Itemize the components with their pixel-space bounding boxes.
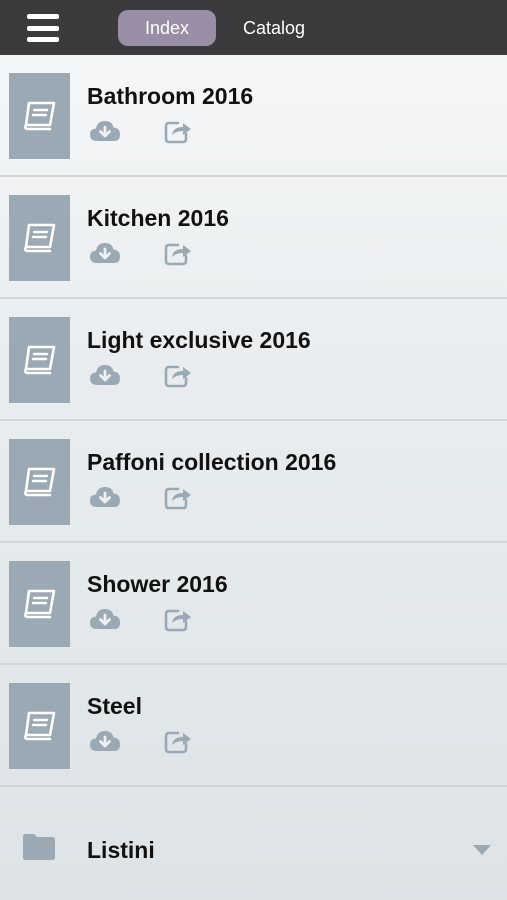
book-icon bbox=[23, 589, 55, 619]
share-icon bbox=[164, 365, 191, 388]
download-button[interactable] bbox=[88, 361, 122, 389]
share-button[interactable] bbox=[162, 117, 196, 145]
catalog-thumbnail[interactable] bbox=[9, 561, 70, 647]
book-icon bbox=[23, 711, 55, 741]
hamburger-menu-icon[interactable] bbox=[27, 14, 59, 42]
catalog-row[interactable]: Kitchen 2016 bbox=[0, 177, 507, 299]
share-icon bbox=[164, 487, 191, 510]
download-button[interactable] bbox=[88, 239, 122, 267]
catalog-row[interactable]: Shower 2016 bbox=[0, 543, 507, 665]
download-button[interactable] bbox=[88, 605, 122, 633]
share-icon bbox=[164, 731, 191, 754]
catalog-title: Light exclusive 2016 bbox=[87, 327, 311, 353]
book-icon bbox=[23, 223, 55, 253]
catalog-row[interactable]: Light exclusive 2016 bbox=[0, 299, 507, 421]
share-button[interactable] bbox=[162, 605, 196, 633]
cloud-download-icon bbox=[90, 121, 120, 141]
folder-icon bbox=[23, 834, 55, 860]
share-button[interactable] bbox=[162, 483, 196, 511]
folder-row-listini[interactable]: Listini bbox=[0, 787, 507, 900]
cloud-download-icon bbox=[90, 365, 120, 385]
catalog-row[interactable]: Paffoni collection 2016 bbox=[0, 421, 507, 543]
share-button[interactable] bbox=[162, 361, 196, 389]
catalog-thumbnail[interactable] bbox=[9, 73, 70, 159]
catalog-list: Bathroom 2016 Kitchen 2016 Light exclusi… bbox=[0, 55, 507, 787]
chevron-down-icon[interactable] bbox=[472, 844, 492, 856]
catalog-row[interactable]: Bathroom 2016 bbox=[0, 55, 507, 177]
top-nav-bar: Index Catalog bbox=[0, 0, 507, 55]
book-icon bbox=[23, 467, 55, 497]
share-button[interactable] bbox=[162, 239, 196, 267]
book-icon bbox=[23, 101, 55, 131]
download-button[interactable] bbox=[88, 483, 122, 511]
download-button[interactable] bbox=[88, 117, 122, 145]
catalog-title: Steel bbox=[87, 693, 142, 719]
cloud-download-icon bbox=[90, 243, 120, 263]
catalog-row[interactable]: Steel bbox=[0, 665, 507, 787]
catalog-title: Kitchen 2016 bbox=[87, 205, 229, 231]
folder-label: Listini bbox=[87, 837, 155, 863]
catalog-title: Bathroom 2016 bbox=[87, 83, 254, 109]
share-icon bbox=[164, 121, 191, 144]
catalog-title: Paffoni collection 2016 bbox=[87, 449, 337, 475]
cloud-download-icon bbox=[90, 609, 120, 629]
catalog-thumbnail[interactable] bbox=[9, 683, 70, 769]
share-button[interactable] bbox=[162, 727, 196, 755]
tab-index[interactable]: Index bbox=[118, 10, 216, 46]
cloud-download-icon bbox=[90, 487, 120, 507]
download-button[interactable] bbox=[88, 727, 122, 755]
catalog-thumbnail[interactable] bbox=[9, 439, 70, 525]
share-icon bbox=[164, 609, 191, 632]
book-icon bbox=[23, 345, 55, 375]
share-icon bbox=[164, 243, 191, 266]
catalog-title: Shower 2016 bbox=[87, 571, 228, 597]
tab-catalog[interactable]: Catalog bbox=[228, 10, 320, 46]
cloud-download-icon bbox=[90, 731, 120, 751]
catalog-thumbnail[interactable] bbox=[9, 195, 70, 281]
catalog-thumbnail[interactable] bbox=[9, 317, 70, 403]
